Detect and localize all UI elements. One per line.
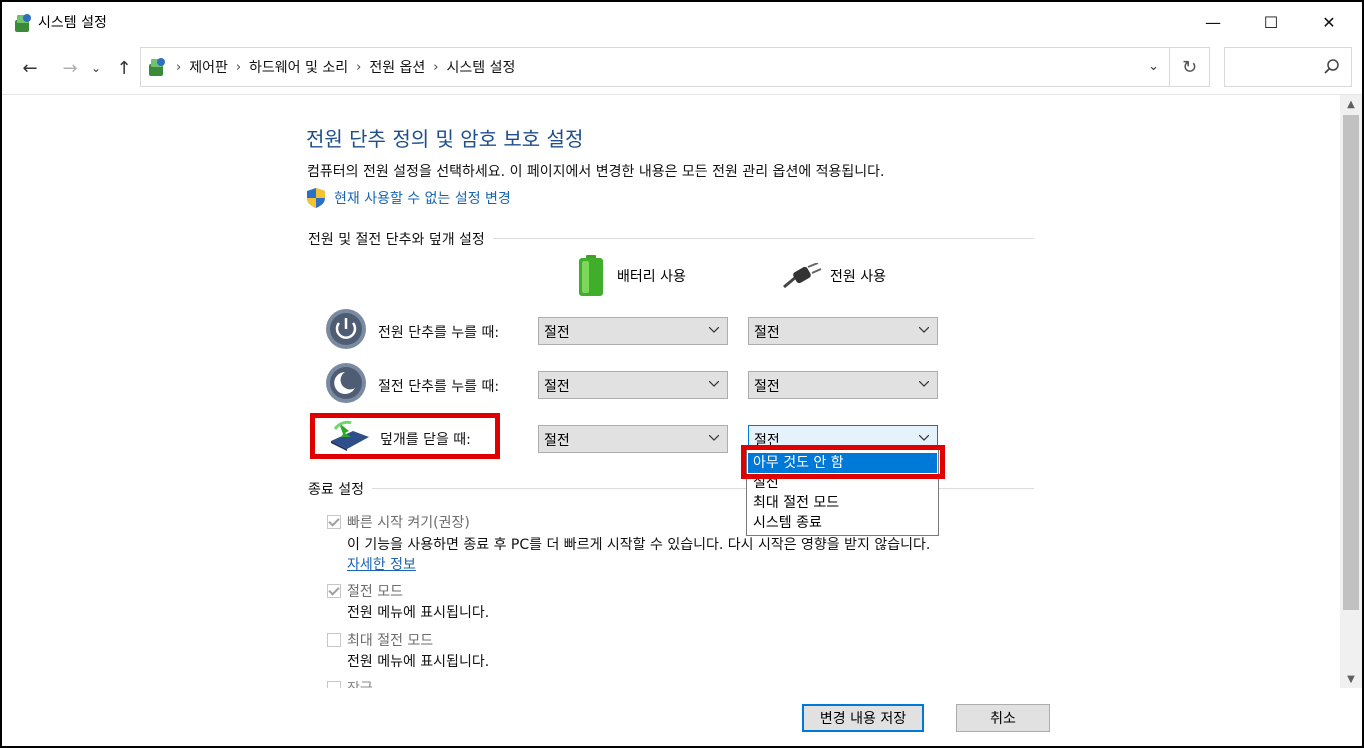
window-title: 시스템 설정 bbox=[38, 15, 107, 31]
power-button-plugged-value: 절전 bbox=[754, 325, 780, 341]
chevron-down-icon bbox=[919, 381, 929, 387]
navigation-bar: ← → ⌄ ↑ › 제어판 › 하드웨어 및 소리 › 전원 옵션 › 시스템 … bbox=[2, 42, 1362, 94]
breadcrumb-separator[interactable]: › bbox=[236, 60, 241, 75]
battery-icon bbox=[579, 255, 603, 296]
title-bar: 시스템 설정 — ☐ ✕ bbox=[2, 2, 1362, 42]
lock-label: 잠금 bbox=[347, 678, 373, 688]
chevron-down-icon bbox=[919, 435, 929, 441]
change-unavailable-settings-link[interactable]: 현재 사용할 수 없는 설정 변경 bbox=[306, 187, 511, 209]
cancel-button[interactable]: 취소 bbox=[956, 704, 1050, 732]
dropdown-option-hibernate[interactable]: 최대 절전 모드 bbox=[748, 493, 937, 513]
page-description: 컴퓨터의 전원 설정을 선택하세요. 이 페이지에서 변경한 내용은 모든 전원… bbox=[307, 164, 885, 180]
power-button-plugged-select[interactable]: 절전 bbox=[748, 317, 938, 345]
breadcrumb-control-panel[interactable]: 제어판 bbox=[189, 57, 228, 77]
do-nothing-highlight bbox=[741, 445, 945, 479]
breadcrumb-separator[interactable]: › bbox=[356, 60, 361, 75]
power-section-label: 전원 및 절전 단추와 덮개 설정 bbox=[308, 229, 493, 249]
fast-startup-label: 빠른 시작 켜기(권장) bbox=[347, 515, 470, 531]
minimize-button[interactable]: — bbox=[1184, 2, 1242, 42]
power-button-battery-select[interactable]: 절전 bbox=[538, 317, 728, 345]
control-panel-icon bbox=[15, 14, 31, 32]
battery-column-header: 배터리 사용 bbox=[577, 255, 686, 297]
save-changes-button[interactable]: 변경 내용 저장 bbox=[802, 704, 924, 732]
plugged-in-column-label: 전원 사용 bbox=[830, 269, 886, 285]
address-bar[interactable]: › 제어판 › 하드웨어 및 소리 › 전원 옵션 › 시스템 설정 ⌄ bbox=[140, 47, 1170, 87]
breadcrumb-separator[interactable]: › bbox=[433, 60, 438, 75]
control-panel-icon bbox=[149, 58, 165, 76]
address-dropdown-button[interactable]: ⌄ bbox=[1148, 59, 1159, 74]
battery-column-label: 배터리 사용 bbox=[617, 269, 686, 285]
close-button[interactable]: ✕ bbox=[1300, 2, 1358, 42]
fast-startup-checkbox[interactable] bbox=[327, 515, 341, 529]
plugged-in-column-header: 전원 사용 bbox=[782, 263, 886, 289]
up-button[interactable]: ↑ bbox=[112, 54, 136, 82]
more-info-link[interactable]: 자세한 정보 bbox=[347, 554, 416, 574]
hibernate-description: 전원 메뉴에 표시됩니다. bbox=[347, 654, 490, 670]
sleep-description: 전원 메뉴에 표시됩니다. bbox=[347, 605, 490, 621]
hibernate-checkbox[interactable] bbox=[327, 633, 341, 647]
power-button-label: 전원 단추를 누를 때: bbox=[378, 325, 500, 341]
page-title: 전원 단추 정의 및 암호 보호 설정 bbox=[306, 127, 584, 151]
hibernate-option[interactable]: 최대 절전 모드 bbox=[327, 630, 433, 650]
breadcrumb-power-options[interactable]: 전원 옵션 bbox=[369, 57, 425, 77]
power-plug-icon bbox=[783, 263, 822, 289]
change-unavailable-settings-label[interactable]: 현재 사용할 수 없는 설정 변경 bbox=[334, 188, 511, 208]
lock-checkbox[interactable] bbox=[327, 681, 341, 688]
lid-close-battery-value: 절전 bbox=[544, 433, 570, 449]
sleep-checkbox[interactable] bbox=[327, 584, 341, 598]
chevron-down-icon bbox=[709, 327, 719, 333]
forward-button[interactable]: → bbox=[56, 54, 84, 82]
recent-locations-button[interactable]: ⌄ bbox=[88, 54, 104, 82]
power-button-battery-value: 절전 bbox=[544, 325, 570, 341]
refresh-button[interactable]: ↻ bbox=[1170, 47, 1210, 87]
vertical-scrollbar[interactable]: ▲ ▼ bbox=[1340, 95, 1362, 688]
dropdown-option-shutdown[interactable]: 시스템 종료 bbox=[748, 513, 937, 533]
fast-startup-description: 이 기능을 사용하면 종료 후 PC를 더 빠르게 시작할 수 있습니다. 다시… bbox=[347, 537, 931, 553]
scroll-up-arrow-icon[interactable]: ▲ bbox=[1340, 95, 1362, 113]
system-settings-window: 시스템 설정 — ☐ ✕ ← → ⌄ ↑ › 제어판 › 하드웨어 및 소리 ›… bbox=[2, 2, 1362, 746]
sleep-option[interactable]: 절전 모드 bbox=[327, 581, 403, 601]
sleep-label: 절전 모드 bbox=[347, 584, 403, 600]
hibernate-label: 최대 절전 모드 bbox=[347, 633, 434, 649]
action-bar: 변경 내용 저장 취소 bbox=[2, 688, 1362, 746]
breadcrumb-hardware-sound[interactable]: 하드웨어 및 소리 bbox=[249, 57, 348, 77]
shutdown-section-label: 종료 설정 bbox=[308, 479, 372, 499]
chevron-down-icon bbox=[919, 327, 929, 333]
sleep-button-battery-value: 절전 bbox=[544, 379, 570, 395]
sleep-button-plugged-select[interactable]: 절전 bbox=[748, 371, 938, 399]
main-content: 전원 단추 정의 및 암호 보호 설정 컴퓨터의 전원 설정을 선택하세요. 이… bbox=[2, 95, 1340, 688]
fast-startup-option[interactable]: 빠른 시작 켜기(권장) bbox=[327, 512, 470, 532]
breadcrumb-separator: › bbox=[176, 59, 182, 75]
lid-row-highlight bbox=[310, 413, 500, 459]
chevron-down-icon bbox=[709, 381, 719, 387]
search-icon bbox=[1324, 59, 1339, 74]
sleep-button-icon bbox=[326, 363, 366, 403]
sleep-button-label: 절전 단추를 누를 때: bbox=[378, 379, 500, 395]
lid-close-battery-select[interactable]: 절전 bbox=[538, 425, 728, 453]
back-button[interactable]: ← bbox=[16, 54, 44, 82]
power-button-icon bbox=[326, 309, 366, 349]
search-input[interactable] bbox=[1224, 47, 1352, 87]
maximize-button[interactable]: ☐ bbox=[1242, 2, 1300, 42]
scroll-down-arrow-icon[interactable]: ▼ bbox=[1340, 670, 1362, 688]
sleep-button-battery-select[interactable]: 절전 bbox=[538, 371, 728, 399]
chevron-down-icon bbox=[709, 435, 719, 441]
sleep-button-plugged-value: 절전 bbox=[754, 379, 780, 395]
uac-shield-icon bbox=[307, 188, 325, 208]
scrollbar-thumb[interactable] bbox=[1343, 115, 1359, 610]
breadcrumb-system-settings[interactable]: 시스템 설정 bbox=[447, 57, 516, 77]
